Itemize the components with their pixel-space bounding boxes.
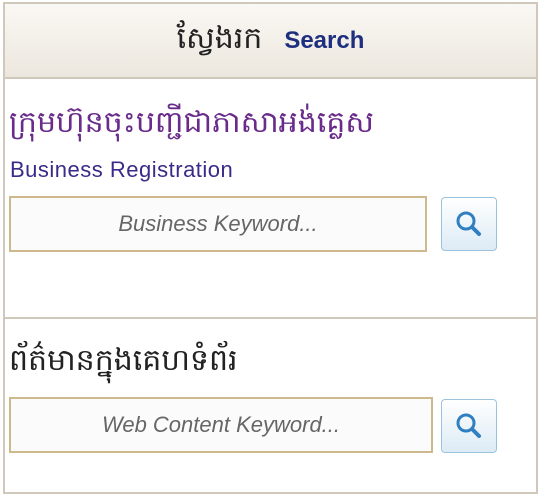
search-icon bbox=[456, 211, 481, 236]
header-title-english: Search bbox=[284, 26, 365, 54]
search-header: ស្វែងរក Search bbox=[5, 4, 536, 79]
web-content-title-khmer: ព័ត៌មានក្នុងគេហទំព័រ bbox=[9, 343, 238, 378]
web-content-keyword-placeholder: Web Content Keyword... bbox=[101, 412, 341, 437]
business-keyword-input[interactable]: Business Keyword... bbox=[9, 196, 427, 252]
business-search-section: ក្រុមហ៊ុនចុះបញ្ជីជាភាសាអង់គ្លេស Business… bbox=[5, 79, 536, 319]
web-content-keyword-input[interactable]: Web Content Keyword... bbox=[9, 397, 433, 453]
search-icon bbox=[456, 413, 481, 438]
search-panel: ស្វែងរក Search ក្រុមហ៊ុនចុះបញ្ជីជាភាសាអង… bbox=[3, 2, 538, 494]
business-title-khmer: ក្រុមហ៊ុនចុះបញ្ជីជាភាសាអង់គ្លេស bbox=[9, 105, 374, 140]
web-content-search-button[interactable] bbox=[441, 399, 497, 453]
business-search-button[interactable] bbox=[441, 197, 497, 251]
web-content-search-section: ព័ត៌មានក្នុងគេហទំព័រ Web Content Keyword… bbox=[5, 319, 536, 492]
header-title-khmer: ស្វែងរក bbox=[176, 20, 263, 56]
business-title-english: Business Registration bbox=[10, 157, 234, 182]
business-keyword-placeholder: Business Keyword... bbox=[118, 211, 318, 236]
